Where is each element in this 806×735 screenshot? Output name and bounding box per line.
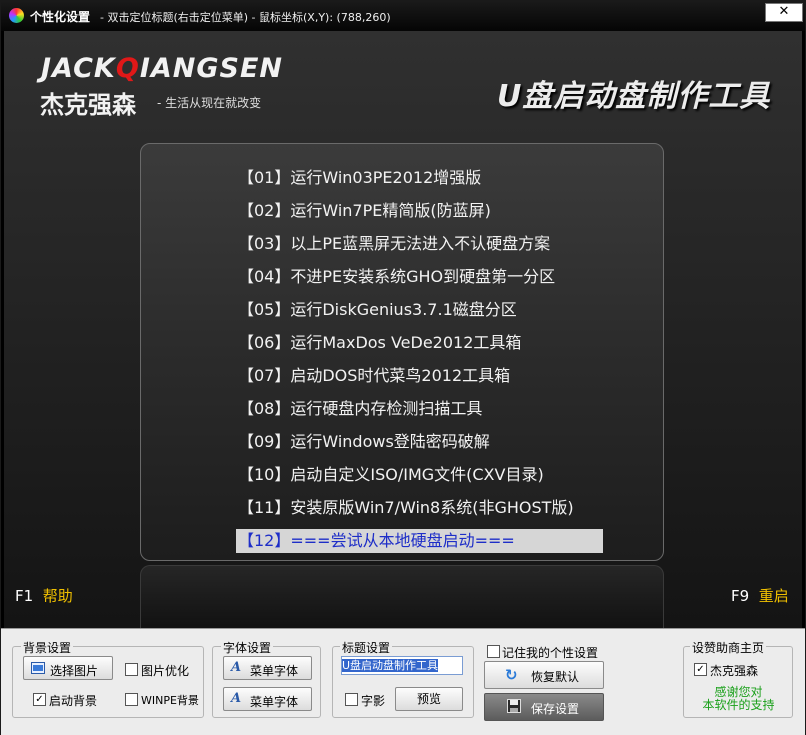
f9-action: 重启: [758, 587, 789, 605]
settings-panel: 背景设置 选择图片 图片优化 ✓ 启动背景 WINPE背景 字体设置 A 菜单字…: [1, 628, 805, 735]
f9-key: F9: [731, 587, 750, 605]
menu-font-button-2[interactable]: A 菜单字体: [223, 687, 312, 711]
menu-item[interactable]: 【08】运行硬盘内存检测扫描工具: [236, 397, 603, 421]
menu-font-label-2: 菜单字体: [250, 695, 299, 709]
logo-part-iangsen: IANGSEN: [139, 53, 283, 84]
sponsor-checkbox[interactable]: ✓: [694, 663, 707, 676]
menu-item[interactable]: 【05】运行DiskGenius3.7.1磁盘分区: [236, 298, 603, 322]
text-shadow-label: 字影: [361, 694, 386, 708]
save-settings-button[interactable]: 保存设置: [484, 693, 604, 721]
menu-item[interactable]: 【10】启动自定义ISO/IMG文件(CXV目录): [236, 463, 603, 487]
menu-item[interactable]: 【02】运行Win7PE精简版(防蓝屏): [236, 199, 603, 223]
restore-defaults-button[interactable]: ↻ 恢复默认: [484, 661, 604, 689]
thanks-line-2: 本软件的支持: [702, 698, 775, 712]
menu-item[interactable]: 【11】安装原版Win7/Win8系统(非GHOST版): [236, 496, 603, 520]
window-subtitle: - 双击定位标题(右击定位菜单) - 鼠标坐标(X,Y): (788,260): [100, 11, 391, 24]
app-window: 个性化设置 - 双击定位标题(右击定位菜单) - 鼠标坐标(X,Y): (788…: [0, 0, 806, 735]
logo-slogan: - 生活从现在就改变: [157, 96, 262, 110]
sponsor-settings-title: 设赞助商主页: [690, 639, 767, 656]
font-icon: A: [231, 660, 242, 675]
winpe-background-checkbox[interactable]: [125, 693, 138, 706]
logo-part-jack: JACK: [41, 53, 116, 84]
thanks-message: 感谢您对 本软件的支持: [691, 686, 786, 712]
save-icon: [507, 699, 521, 716]
image-optimize-label: 图片优化: [141, 664, 190, 678]
enable-background-checkbox[interactable]: ✓: [33, 693, 46, 706]
preview-button[interactable]: 预览: [395, 687, 463, 711]
remember-settings-checkbox[interactable]: [487, 645, 500, 658]
remember-settings-label: 记住我的个性设置: [502, 646, 599, 660]
restore-defaults-label: 恢复默认: [531, 670, 580, 684]
f1-action: 帮助: [42, 587, 73, 605]
menu-item[interactable]: 【01】运行Win03PE2012增强版: [236, 166, 603, 190]
app-title[interactable]: U盘启动盘制作工具: [497, 71, 770, 115]
menu-item[interactable]: 【04】不进PE安装系统GHO到硬盘第一分区: [236, 265, 603, 289]
menu-item[interactable]: 【09】运行Windows登陆密码破解: [236, 430, 603, 454]
logo-part-q: Q: [115, 53, 140, 84]
menu-reflection: [140, 565, 664, 629]
title-bar[interactable]: 个性化设置 - 双击定位标题(右击定位菜单) - 鼠标坐标(X,Y): (788…: [1, 1, 805, 31]
refresh-icon: ↻: [505, 666, 518, 684]
winpe-background-label: WINPE背景: [141, 694, 199, 707]
window-title: 个性化设置: [30, 10, 91, 24]
font-settings-title: 字体设置: [221, 639, 274, 656]
image-icon: [31, 662, 45, 677]
menu-item-selected[interactable]: 【12】===尝试从本地硬盘启动===: [236, 529, 603, 553]
menu-item[interactable]: 【07】启动DOS时代菜鸟2012工具箱: [236, 364, 603, 388]
title-text-value: U盘启动盘制作工具: [342, 659, 439, 672]
f9-reboot-hint: F9 重启: [731, 585, 789, 606]
title-text-input[interactable]: U盘启动盘制作工具: [341, 656, 463, 675]
title-settings-title: 标题设置: [340, 639, 393, 656]
menu-font-button-1[interactable]: A 菜单字体: [223, 656, 312, 680]
select-image-button[interactable]: 选择图片: [23, 656, 113, 680]
text-shadow-checkbox[interactable]: [345, 693, 358, 706]
boot-menu-preview: JACKQIANGSEN 杰克强森 - 生活从现在就改变 U盘启动盘制作工具 【…: [4, 31, 802, 629]
logo-english: JACKQIANGSEN: [41, 53, 283, 84]
f1-key: F1: [15, 587, 34, 605]
save-settings-label: 保存设置: [531, 702, 580, 716]
font-icon: A: [231, 691, 242, 706]
image-optimize-checkbox[interactable]: [125, 663, 138, 676]
menu-font-label-1: 菜单字体: [250, 664, 299, 678]
close-button[interactable]: ✕: [765, 3, 803, 22]
logo-chinese: 杰克强森: [40, 91, 136, 119]
menu-item[interactable]: 【06】运行MaxDos VeDe2012工具箱: [236, 331, 603, 355]
background-settings-title: 背景设置: [21, 639, 74, 656]
sponsor-name-label: 杰克强森: [710, 664, 759, 678]
menu-item[interactable]: 【03】以上PE蓝黑屏无法进入不认硬盘方案: [236, 232, 603, 256]
color-wheel-icon: [9, 8, 24, 23]
select-image-label: 选择图片: [50, 664, 99, 678]
boot-menu-panel: 【01】运行Win03PE2012增强版 【02】运行Win7PE精简版(防蓝屏…: [140, 143, 664, 561]
enable-background-label: 启动背景: [49, 694, 98, 708]
f1-help-hint: F1 帮助: [15, 585, 73, 606]
